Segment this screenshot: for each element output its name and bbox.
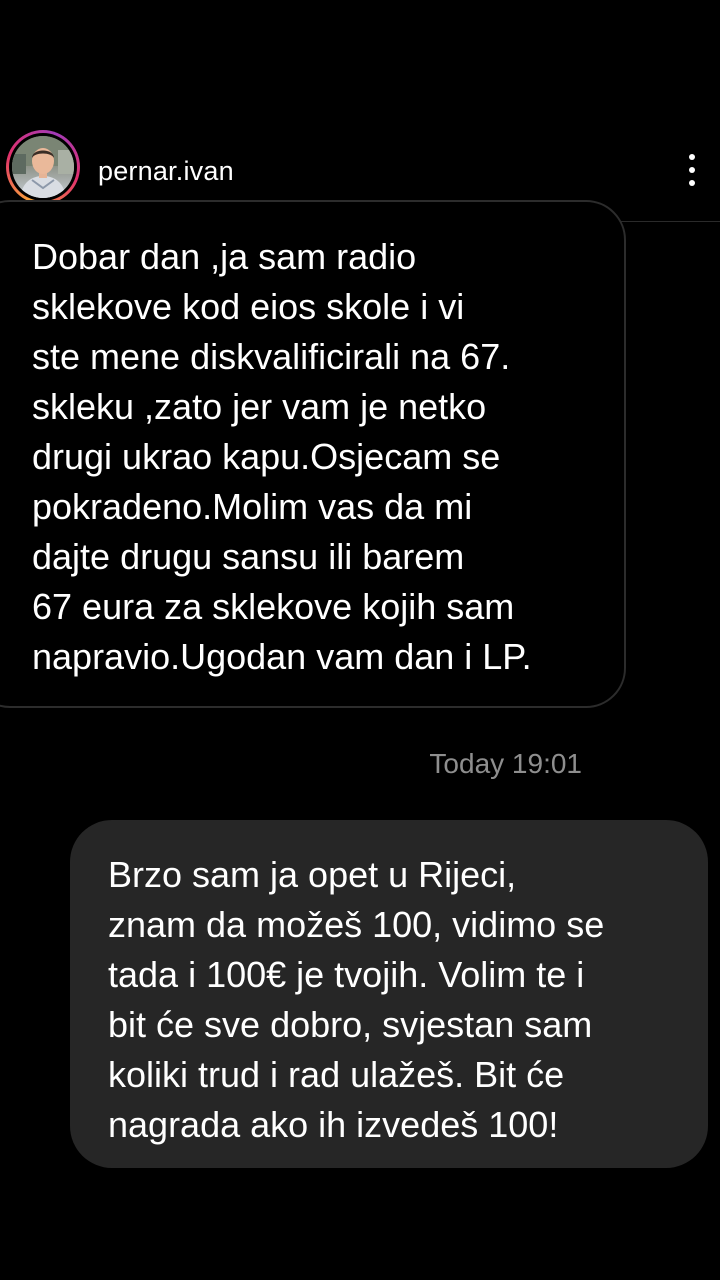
dm-thread-screen: pernar.ivan Dobar dan ,ja sam radio skle… — [0, 0, 720, 1280]
profile-photo-icon — [12, 136, 74, 198]
avatar[interactable] — [12, 136, 74, 198]
incoming-message-text: Dobar dan ,ja sam radio sklekove kod eio… — [32, 236, 532, 677]
story-ring[interactable] — [6, 130, 80, 204]
outgoing-message-text: Brzo sam ja opet u Rijeci, znam da možeš… — [108, 854, 605, 1145]
chat-username[interactable]: pernar.ivan — [98, 156, 234, 187]
message-timestamp: Today 19:01 — [429, 748, 582, 779]
more-options-icon[interactable] — [680, 150, 704, 190]
